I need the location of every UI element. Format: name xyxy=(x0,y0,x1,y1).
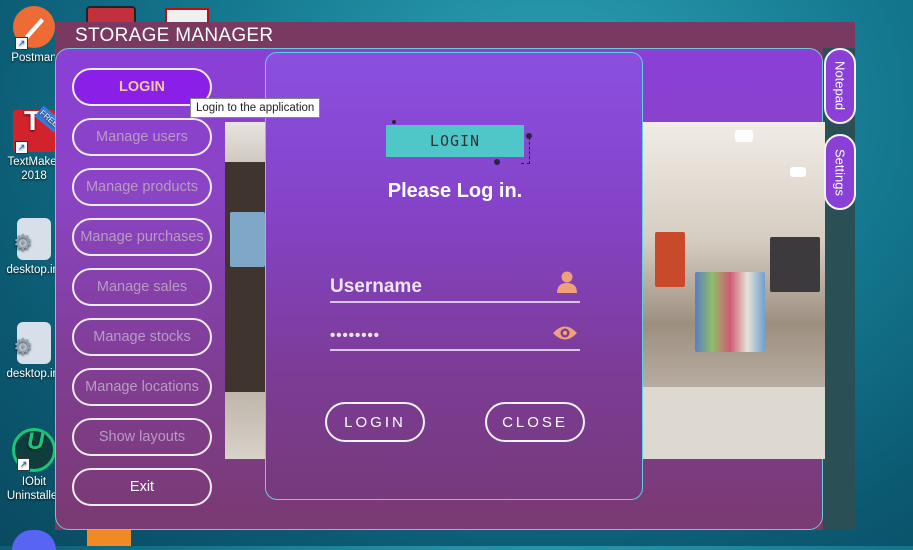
user-icon xyxy=(556,270,578,298)
shortcut-arrow-icon: ↗ xyxy=(15,141,28,154)
username-field xyxy=(330,271,580,303)
login-button[interactable]: LOGIN xyxy=(325,402,425,442)
clothes-rack xyxy=(230,212,265,267)
logo-resize-handle xyxy=(494,159,500,165)
sidebar-item-show-layouts[interactable]: Show layouts xyxy=(72,418,212,456)
sidebar-item-exit[interactable]: Exit xyxy=(72,468,212,506)
partial-desktop-icon xyxy=(87,530,131,546)
sidebar-item-manage-products[interactable]: Manage products xyxy=(72,168,212,206)
ini-file-icon: ⚙ xyxy=(13,322,51,364)
sidebar-item-manage-users[interactable]: Manage users xyxy=(72,118,212,156)
dialog-heading: Please Log in. xyxy=(387,180,523,202)
sidebar-item-manage-purchases[interactable]: Manage purchases xyxy=(72,218,212,256)
textmaker-icon: T FREE ↗ xyxy=(13,105,63,154)
login-dialog: LOGIN Please Log in. LOGIN CLOSE xyxy=(265,52,643,500)
tab-notepad[interactable]: Notepad xyxy=(824,48,856,124)
ceiling-light xyxy=(790,167,806,177)
ceiling-light xyxy=(735,130,753,142)
shortcut-arrow-icon: ↗ xyxy=(17,458,30,471)
logo-resize-handle xyxy=(526,133,532,139)
password-field xyxy=(330,323,580,351)
password-input[interactable] xyxy=(330,323,540,347)
tab-settings[interactable]: Settings xyxy=(824,134,856,210)
login-logo: LOGIN xyxy=(386,125,524,157)
shortcut-arrow-icon: ↗ xyxy=(15,37,28,50)
ini-file-icon: ⚙ xyxy=(13,218,51,260)
iobit-uninstaller-icon: U ↗ xyxy=(12,428,56,472)
logo-selection-guide xyxy=(521,137,530,164)
logo-resize-handle xyxy=(392,120,396,124)
postman-icon: ↗ xyxy=(13,6,55,50)
window-title: STORAGE MANAGER xyxy=(75,25,274,46)
left-wall xyxy=(225,162,270,392)
username-input[interactable] xyxy=(330,275,540,299)
clothes-rack xyxy=(770,237,820,292)
partial-desktop-icon xyxy=(12,530,56,550)
close-button[interactable]: CLOSE xyxy=(485,402,585,442)
clothes-rack xyxy=(655,232,685,287)
sidebar-item-manage-sales[interactable]: Manage sales xyxy=(72,268,212,306)
clothes-rack xyxy=(695,272,765,352)
sidebar-item-manage-locations[interactable]: Manage locations xyxy=(72,368,212,406)
tooltip: Login to the application xyxy=(190,98,321,118)
sidebar-item-manage-stocks[interactable]: Manage stocks xyxy=(72,318,212,356)
floor xyxy=(640,387,825,459)
eye-icon[interactable] xyxy=(552,324,578,346)
